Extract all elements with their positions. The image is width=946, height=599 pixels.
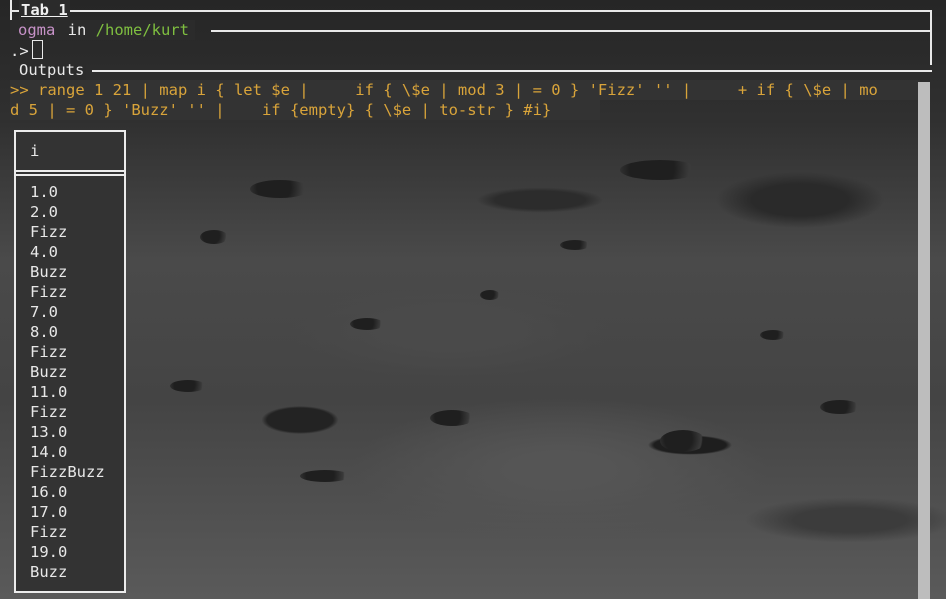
- table-row: 11.0: [30, 383, 68, 401]
- table-row: 1.0: [30, 183, 58, 201]
- table-row: Fizz: [30, 523, 68, 541]
- table-row: 16.0: [30, 483, 68, 501]
- command-line-1: >> range 1 21 | map i { let $e | if { \$…: [10, 80, 920, 100]
- table-row: Buzz: [30, 563, 68, 581]
- command-prefix: .>: [10, 42, 29, 60]
- table-row: 19.0: [30, 543, 68, 561]
- table-rows: 1.0 2.0 Fizz 4.0 Buzz Fizz 7.0 8.0 Fizz …: [30, 182, 105, 582]
- table-row: 17.0: [30, 503, 68, 521]
- table-row: 13.0: [30, 423, 68, 441]
- outputs-rule: [92, 70, 932, 72]
- table-row: Fizz: [30, 403, 68, 421]
- app-name: ogma: [10, 21, 59, 39]
- table-row: Buzz: [30, 263, 68, 281]
- executed-command: >> range 1 21 | map i { let $e | if { \$…: [10, 80, 920, 120]
- table-row: Fizz: [30, 343, 68, 361]
- result-table[interactable]: i 1.0 2.0 Fizz 4.0 Buzz Fizz 7.0 8.0 Fiz…: [14, 130, 126, 593]
- outputs-label: Outputs: [10, 60, 87, 80]
- text-cursor: [31, 40, 43, 59]
- table-row: 2.0: [30, 203, 58, 221]
- header-separator: [16, 174, 124, 176]
- current-path: /home/kurt: [95, 21, 195, 39]
- table-row: FizzBuzz: [30, 463, 105, 481]
- command-input-row[interactable]: .>: [10, 40, 43, 60]
- prompt-rule: [211, 30, 932, 32]
- table-row: Fizz: [30, 223, 68, 241]
- tab-top-border: [10, 10, 932, 12]
- table-row: 4.0: [30, 243, 58, 261]
- table-row: 7.0: [30, 303, 58, 321]
- table-row: 8.0: [30, 323, 58, 341]
- tab-title[interactable]: Tab 1: [19, 0, 70, 20]
- table-row: Fizz: [30, 283, 68, 301]
- output-scrollbar[interactable]: [918, 82, 930, 599]
- frame-right-edge: [930, 10, 932, 65]
- column-header-i: i: [30, 142, 40, 160]
- table-header: i: [16, 132, 124, 172]
- table-row: Buzz: [30, 363, 68, 381]
- table-row: 14.0: [30, 443, 68, 461]
- command-line-2: d 5 | = 0 } 'Buzz' '' | if {empty} { \$e…: [10, 100, 600, 120]
- prompt-in-word: in: [58, 21, 96, 39]
- prompt-line: ogma in /home/kurt: [10, 20, 195, 40]
